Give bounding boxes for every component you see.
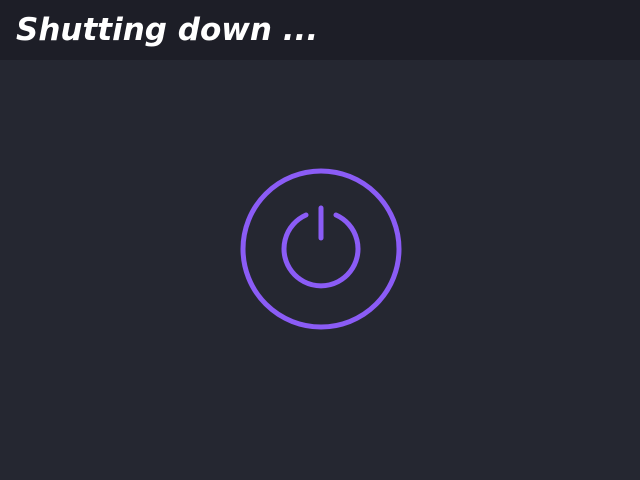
power-icon <box>240 168 402 330</box>
page-title: Shutting down ... <box>16 12 319 48</box>
main-area <box>0 60 640 480</box>
header-bar: Shutting down ... <box>0 0 640 60</box>
